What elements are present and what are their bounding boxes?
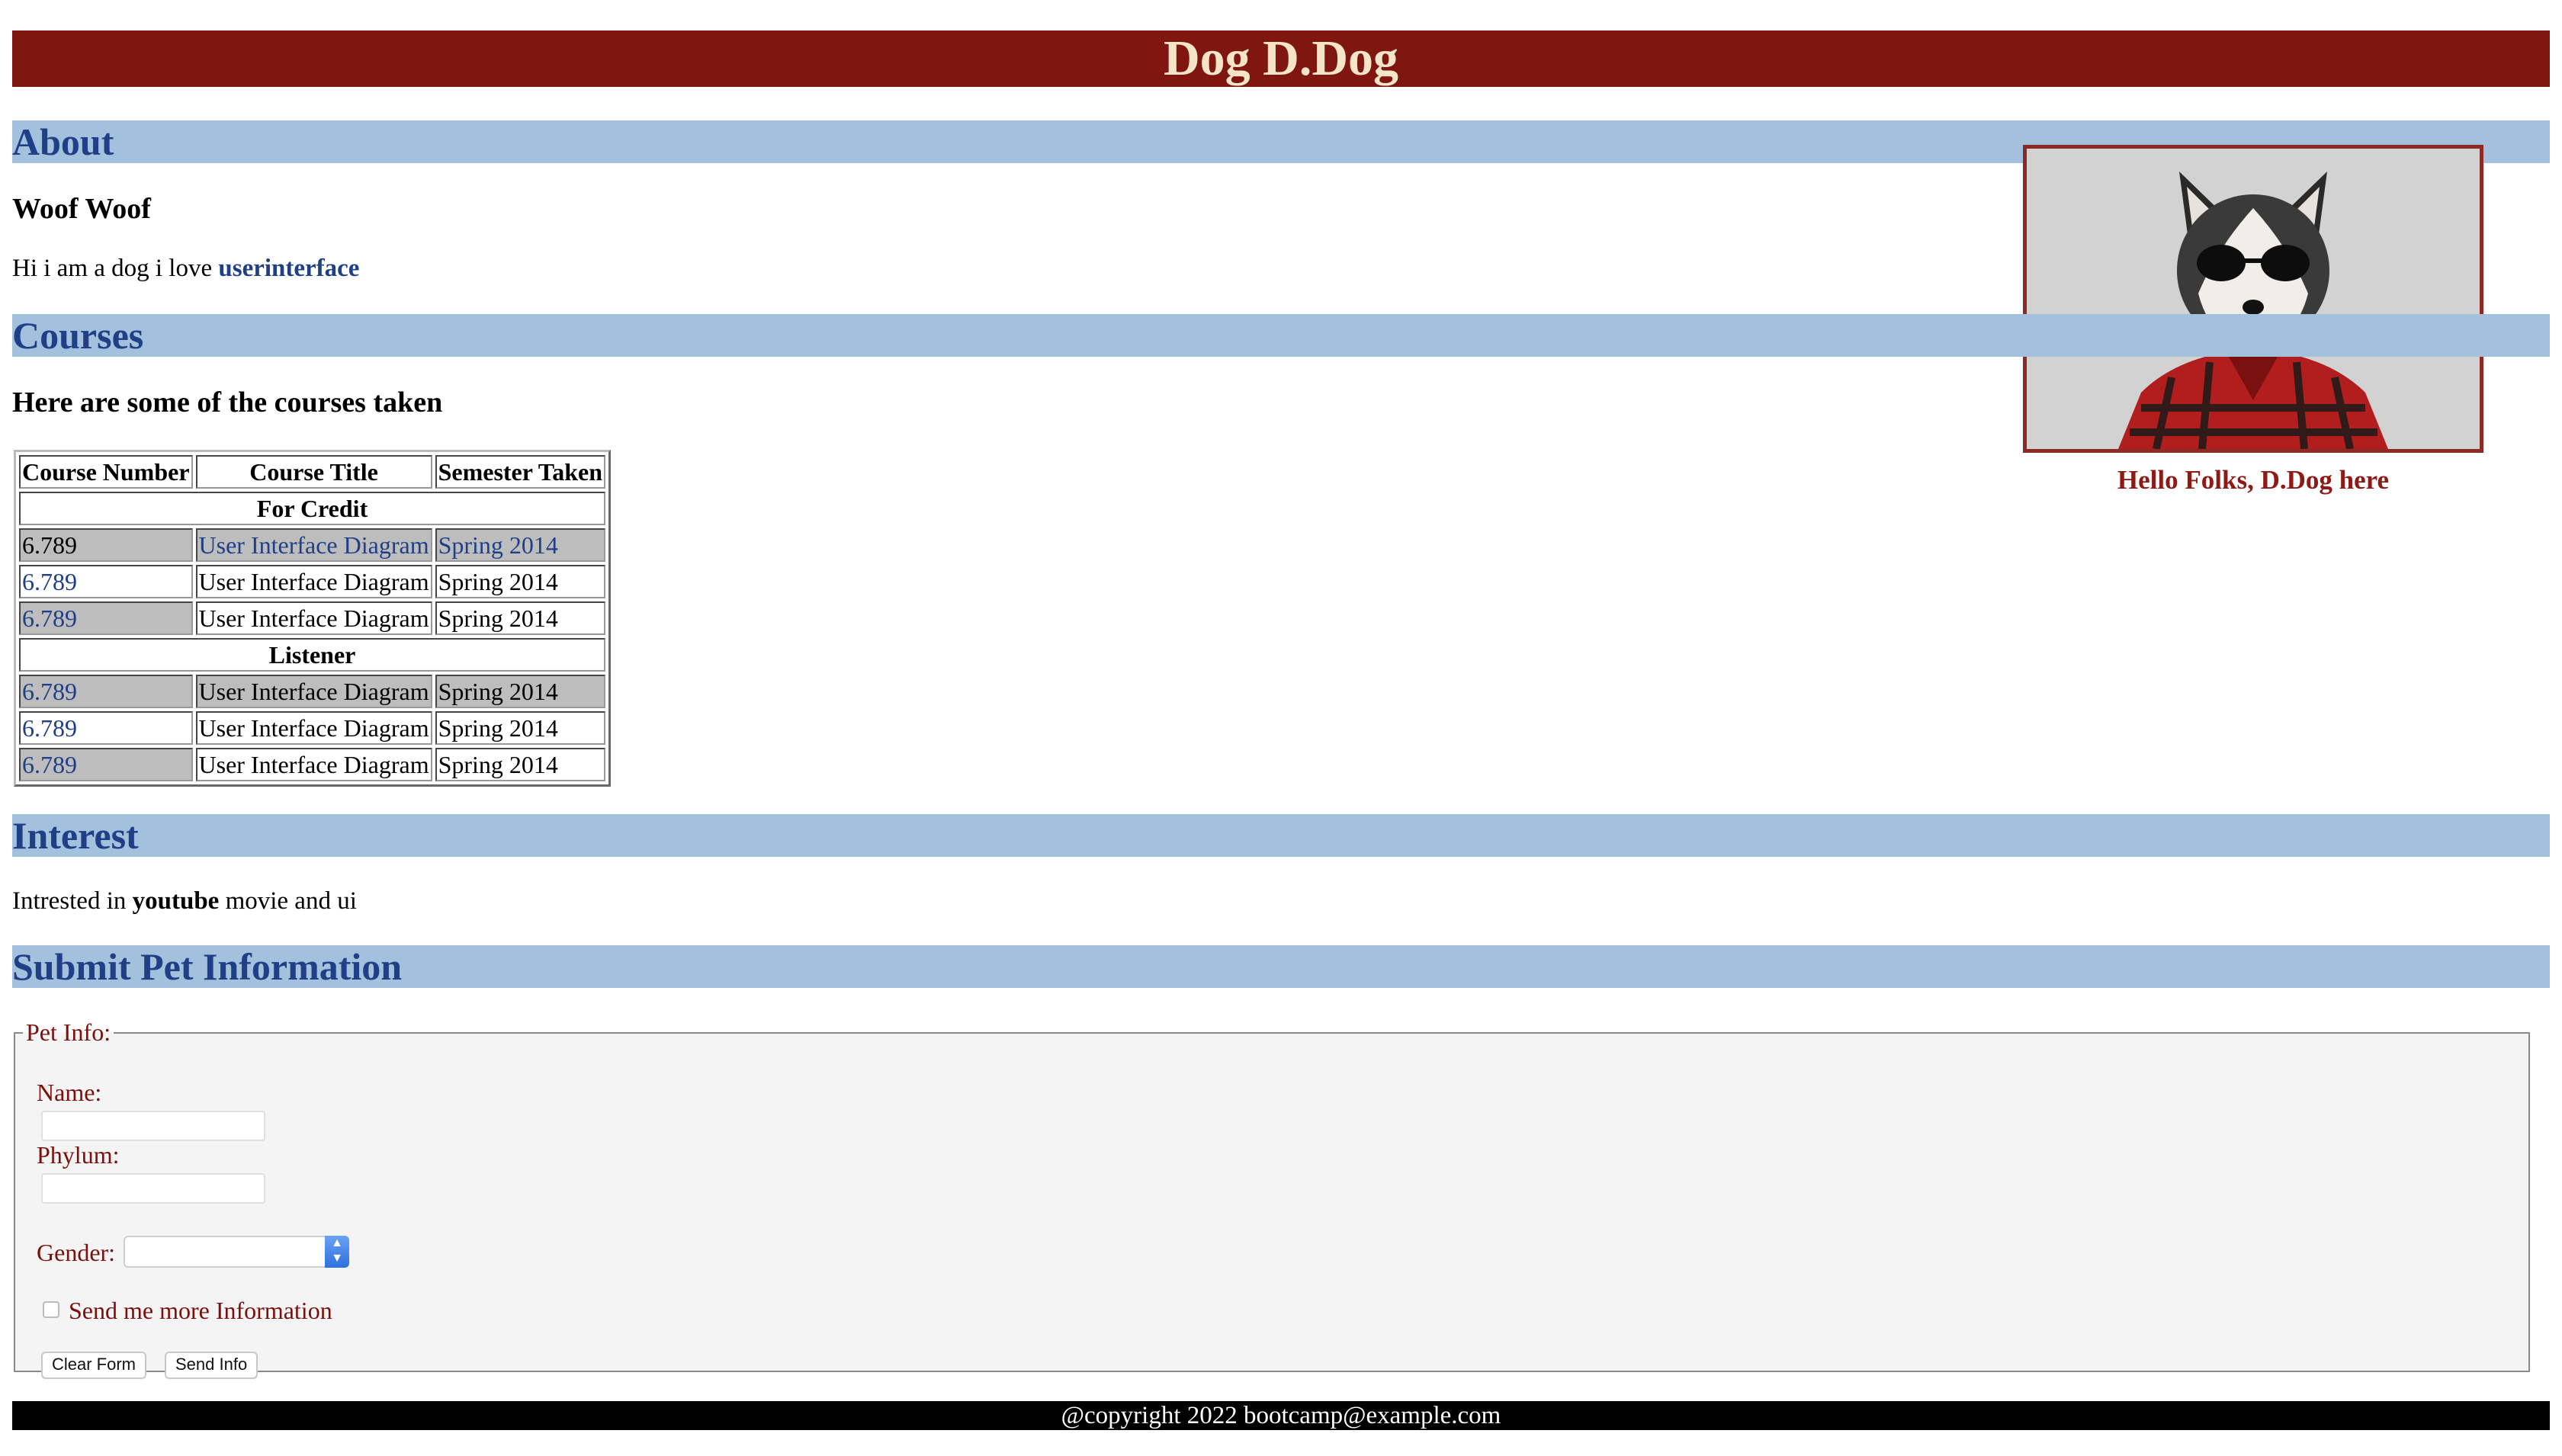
title-bar: Dog D.Dog <box>12 30 2550 87</box>
course-title-cell: User Interface Diagram <box>195 711 432 745</box>
group-label-for-credit: For Credit <box>19 492 605 525</box>
name-label: Name: <box>37 1079 102 1106</box>
table-row: 6.789 User Interface Diagram Spring 2014 <box>19 748 605 781</box>
group-row: Listener <box>19 638 605 672</box>
semester-cell: Spring 2014 <box>435 601 605 635</box>
phylum-label: Phylum: <box>37 1141 120 1169</box>
course-number-cell: 6.789 <box>19 748 193 781</box>
chevron-updown-icon[interactable]: ▲ ▼ <box>325 1236 349 1268</box>
column-header: Course Title <box>195 455 432 489</box>
clear-form-button[interactable]: Clear Form <box>41 1352 147 1379</box>
interest-section-header: Interest <box>12 814 2550 857</box>
table-row: 6.789 User Interface Diagram Spring 2014 <box>19 528 605 562</box>
course-number-cell: 6.789 <box>19 601 193 635</box>
submit-heading: Submit Pet Information <box>12 945 403 988</box>
send-info-button[interactable]: Send Info <box>165 1352 258 1379</box>
interest-text-before: Intrested in <box>12 887 133 915</box>
course-title-cell: User Interface Diagram <box>195 601 432 635</box>
husky-with-sunglasses-image <box>2027 149 2480 449</box>
dog-photo <box>2023 145 2483 453</box>
about-text: Hi i am a dog i love userinterface <box>12 253 359 284</box>
phylum-input[interactable] <box>41 1173 265 1204</box>
course-number-cell: 6.789 <box>19 565 193 598</box>
course-title-cell: User Interface Diagram <box>195 748 432 781</box>
table-row: 6.789 User Interface Diagram Spring 2014 <box>19 711 605 745</box>
gender-label: Gender: <box>37 1239 116 1266</box>
courses-section-header: Courses <box>12 314 2550 357</box>
course-title-cell: User Interface Diagram <box>195 528 432 562</box>
gender-select[interactable]: ▲ ▼ <box>124 1236 349 1268</box>
about-text-before-link: Hi i am a dog i love <box>12 255 219 282</box>
courses-heading: Courses <box>12 314 144 357</box>
column-header: Course Number <box>19 455 193 489</box>
interest-bold-youtube: youtube <box>132 887 220 915</box>
pet-info-legend: Pet Info: <box>26 1018 111 1046</box>
interest-text: Intrested in youtube movie and ui <box>12 886 357 916</box>
table-row: 6.789 User Interface Diagram Spring 2014 <box>19 601 605 635</box>
semester-cell: Spring 2014 <box>435 748 605 781</box>
send-info-checkbox-label[interactable]: Send me more Information <box>69 1295 332 1326</box>
group-row: For Credit <box>19 492 605 525</box>
photo-caption: Hello Folks, D.Dog here <box>2117 465 2390 495</box>
course-title-cell: User Interface Diagram <box>195 675 432 708</box>
group-label-listener: Listener <box>19 638 605 672</box>
name-input[interactable] <box>41 1111 265 1141</box>
course-number-cell: 6.789 <box>19 711 193 745</box>
courses-subheading: Here are some of the courses taken <box>12 386 443 419</box>
table-header-row: Course Number Course Title Semester Take… <box>19 455 605 489</box>
page-title: Dog D.Dog <box>1164 30 1398 86</box>
send-info-checkbox[interactable] <box>43 1301 59 1318</box>
column-header: Semester Taken <box>435 455 605 489</box>
course-title-cell: User Interface Diagram <box>195 565 432 598</box>
course-number-cell: 6.789 <box>19 675 193 708</box>
table-row: 6.789 User Interface Diagram Spring 2014 <box>19 675 605 708</box>
about-subheading: Woof Woof <box>12 193 151 225</box>
semester-cell: Spring 2014 <box>435 565 605 598</box>
footer: @copyright 2022 bootcamp@example.com <box>12 1401 2550 1430</box>
submit-section-header: Submit Pet Information <box>12 945 2550 988</box>
courses-table: Course Number Course Title Semester Take… <box>14 450 611 787</box>
pet-info-fieldset: Pet Info: Name: Phylum: Gender: ▲ ▼ Send … <box>14 1018 2530 1379</box>
table-row: 6.789 User Interface Diagram Spring 2014 <box>19 565 605 598</box>
semester-cell: Spring 2014 <box>435 711 605 745</box>
course-number-cell: 6.789 <box>19 528 193 562</box>
interest-heading: Interest <box>12 814 139 857</box>
semester-cell: Spring 2014 <box>435 528 605 562</box>
userinterface-link[interactable]: userinterface <box>218 255 359 282</box>
semester-cell: Spring 2014 <box>435 675 605 708</box>
interest-text-after: movie and ui <box>219 887 357 915</box>
